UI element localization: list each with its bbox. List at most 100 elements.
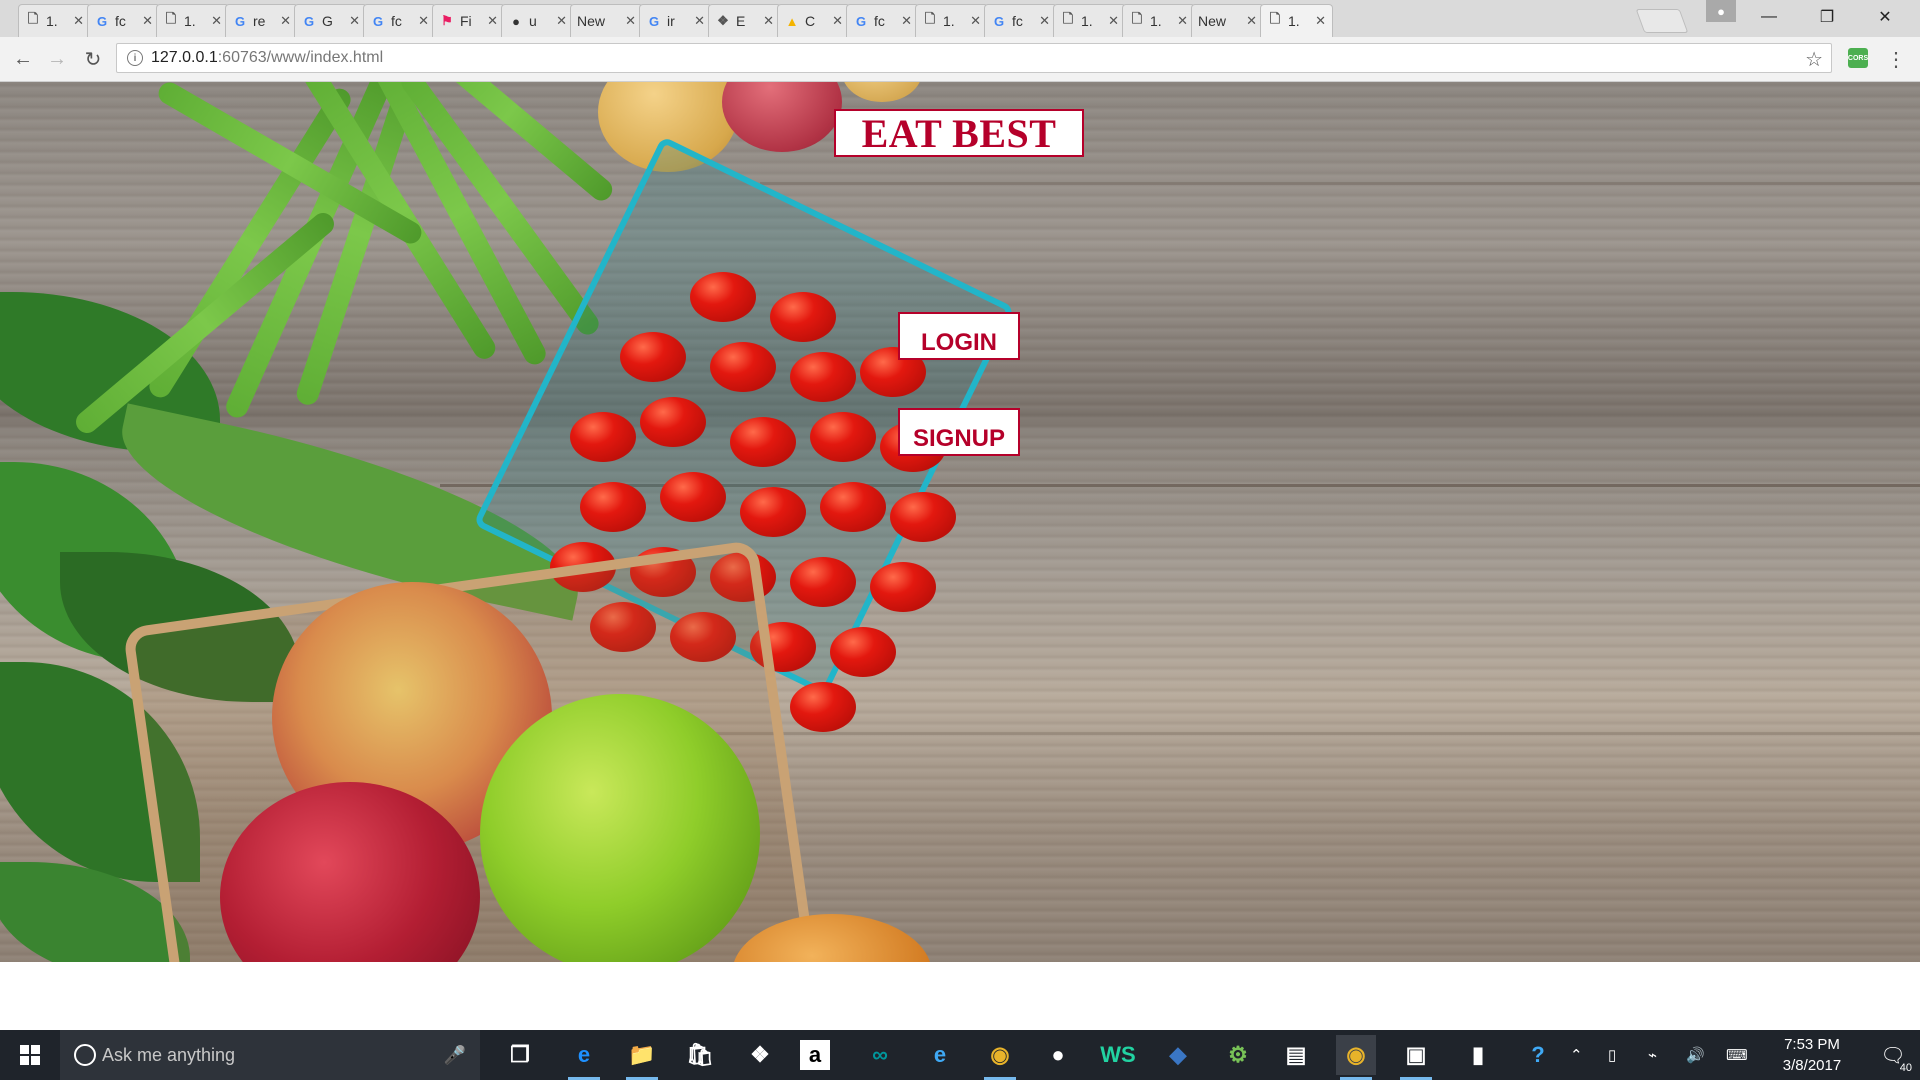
- battery-icon[interactable]: ▯: [1608, 1030, 1616, 1080]
- tab-close-icon[interactable]: ✕: [694, 13, 705, 29]
- internet-explorer-icon[interactable]: e: [920, 1035, 960, 1075]
- signup-button[interactable]: SIGNUP: [898, 408, 1020, 456]
- tab-3[interactable]: 🗋 1. ✕: [156, 4, 229, 37]
- amazon-icon[interactable]: a: [800, 1040, 830, 1070]
- login-button[interactable]: LOGIN: [898, 312, 1020, 360]
- webstorm-icon[interactable]: WS: [1098, 1035, 1138, 1075]
- tab-6[interactable]: Gfc ✕: [363, 4, 436, 37]
- tab-label: G: [322, 13, 333, 29]
- bookmark-star-icon[interactable]: ☆: [1805, 47, 1823, 72]
- tab-close-icon[interactable]: ✕: [1039, 13, 1050, 29]
- tab-14[interactable]: 🗋 1. ✕: [915, 4, 988, 37]
- doc-favicon-icon: 🗋: [924, 11, 936, 26]
- address-bar[interactable]: i 127.0.0.1:60763/www/index.html ☆: [116, 43, 1832, 73]
- tab-9[interactable]: New ✕: [570, 4, 643, 37]
- tab-label: 1.: [1288, 13, 1300, 29]
- tab-label: Fi: [460, 13, 472, 29]
- tab-19[interactable]: 🗋 1. ✕: [1260, 4, 1333, 37]
- unity-icon[interactable]: ▣: [1396, 1035, 1436, 1080]
- store-icon[interactable]: 🛍: [680, 1035, 720, 1075]
- tab-1[interactable]: 🗋 1. ✕: [18, 4, 91, 37]
- tab-close-icon[interactable]: ✕: [487, 13, 498, 29]
- drive-favicon-icon: ▲: [785, 13, 799, 29]
- doc-favicon-icon: 🗋: [1062, 11, 1074, 26]
- tab-label: 1.: [1081, 13, 1093, 29]
- google-favicon-icon: G: [855, 13, 867, 29]
- cors-extension-icon[interactable]: CORS: [1848, 48, 1868, 68]
- info-icon[interactable]: i: [127, 50, 143, 66]
- tab-close-icon[interactable]: ✕: [349, 13, 360, 29]
- tab-5[interactable]: G G ✕: [294, 4, 367, 37]
- tab-11[interactable]: ❖ E ✕: [708, 4, 781, 37]
- tab-close-icon[interactable]: ✕: [901, 13, 912, 29]
- tab-4[interactable]: Gre ✕: [225, 4, 298, 37]
- chrome-icon[interactable]: ◉: [1336, 1035, 1376, 1080]
- tab-label: E: [736, 13, 746, 29]
- cortana-search-box[interactable]: Ask me anything 🎤: [60, 1030, 480, 1080]
- tab-15[interactable]: Gfc ✕: [984, 4, 1057, 37]
- back-arrow-icon[interactable]: ←: [8, 44, 38, 74]
- tab-label: fc: [1012, 13, 1023, 29]
- url-text: 127.0.0.1:60763/www/index.html: [151, 49, 384, 66]
- file-explorer-icon[interactable]: 📁: [622, 1035, 662, 1080]
- tab-close-icon[interactable]: ✕: [832, 13, 843, 29]
- browser-toolbar: ← → ↻ i 127.0.0.1:60763/www/index.html ☆: [0, 37, 1920, 82]
- google-favicon-icon: G: [234, 13, 246, 29]
- visual-studio-icon[interactable]: ◆: [1158, 1035, 1198, 1075]
- chrome-icon[interactable]: ◉: [980, 1035, 1020, 1080]
- github-icon[interactable]: ●: [1038, 1035, 1078, 1075]
- tab-close-icon[interactable]: ✕: [1246, 13, 1257, 29]
- restore-icon[interactable]: ❐: [1804, 0, 1850, 34]
- tab-close-icon[interactable]: ✕: [625, 13, 636, 29]
- tab-close-icon[interactable]: ✕: [1108, 13, 1119, 29]
- forward-arrow-icon[interactable]: →: [42, 44, 72, 74]
- google-favicon-icon: G: [96, 13, 108, 29]
- tab-label: fc: [874, 13, 885, 29]
- red-potato-image: [722, 82, 842, 152]
- tab-10[interactable]: Gir ✕: [639, 4, 712, 37]
- terminal-icon[interactable]: ▮: [1458, 1035, 1498, 1075]
- notepad-icon[interactable]: ▤: [1276, 1035, 1316, 1075]
- task-view-icon[interactable]: ❐: [500, 1035, 540, 1075]
- new-tab-button[interactable]: [1635, 9, 1689, 33]
- tab-close-icon[interactable]: ✕: [73, 13, 84, 29]
- tab-8[interactable]: ● u ✕: [501, 4, 574, 37]
- tab-2[interactable]: Gfc ✕: [87, 4, 160, 37]
- tab-12[interactable]: ▲ C ✕: [777, 4, 850, 37]
- tab-close-icon[interactable]: ✕: [1177, 13, 1188, 29]
- volume-icon[interactable]: 🔊: [1686, 1030, 1705, 1080]
- profile-icon[interactable]: ●: [1706, 0, 1736, 22]
- keyboard-icon[interactable]: ⌨: [1726, 1030, 1748, 1080]
- reload-icon[interactable]: ↻: [78, 44, 108, 74]
- tab-18[interactable]: New ✕: [1191, 4, 1264, 37]
- tab-close-icon[interactable]: ✕: [556, 13, 567, 29]
- help-icon[interactable]: ?: [1518, 1035, 1558, 1075]
- microphone-icon[interactable]: 🎤: [444, 1045, 466, 1066]
- tab-close-icon[interactable]: ✕: [418, 13, 429, 29]
- tab-close-icon[interactable]: ✕: [280, 13, 291, 29]
- minimize-icon[interactable]: —: [1746, 0, 1792, 34]
- tab-close-icon[interactable]: ✕: [211, 13, 222, 29]
- tab-13[interactable]: Gfc ✕: [846, 4, 919, 37]
- dropbox-icon[interactable]: ❖: [740, 1035, 780, 1075]
- tab-close-icon[interactable]: ✕: [970, 13, 981, 29]
- android-studio-icon[interactable]: ⚙: [1218, 1035, 1258, 1075]
- clock[interactable]: 7:53 PM 3/8/2017: [1766, 1034, 1858, 1076]
- start-button[interactable]: [0, 1030, 60, 1080]
- tab-17[interactable]: 🗋 1. ✕: [1122, 4, 1195, 37]
- action-center-icon[interactable]: 🗨 40: [1866, 1030, 1920, 1080]
- arduino-icon[interactable]: ∞: [860, 1035, 900, 1075]
- close-window-icon[interactable]: ✕: [1862, 0, 1908, 34]
- edge-icon[interactable]: e: [564, 1035, 604, 1080]
- tab-16[interactable]: 🗋 1. ✕: [1053, 4, 1126, 37]
- github-favicon-icon: ●: [512, 13, 520, 29]
- wifi-icon[interactable]: ⌁: [1648, 1030, 1657, 1080]
- doc-favicon-icon: 🗋: [27, 11, 39, 26]
- tab-close-icon[interactable]: ✕: [1315, 13, 1326, 29]
- chrome-menu-icon[interactable]: ⋮: [1886, 46, 1906, 72]
- google-favicon-icon: G: [372, 13, 384, 29]
- tab-close-icon[interactable]: ✕: [763, 13, 774, 29]
- tab-7[interactable]: ⚑ Fi ✕: [432, 4, 505, 37]
- tab-close-icon[interactable]: ✕: [142, 13, 153, 29]
- show-hidden-icons-icon[interactable]: ⌃: [1570, 1030, 1583, 1080]
